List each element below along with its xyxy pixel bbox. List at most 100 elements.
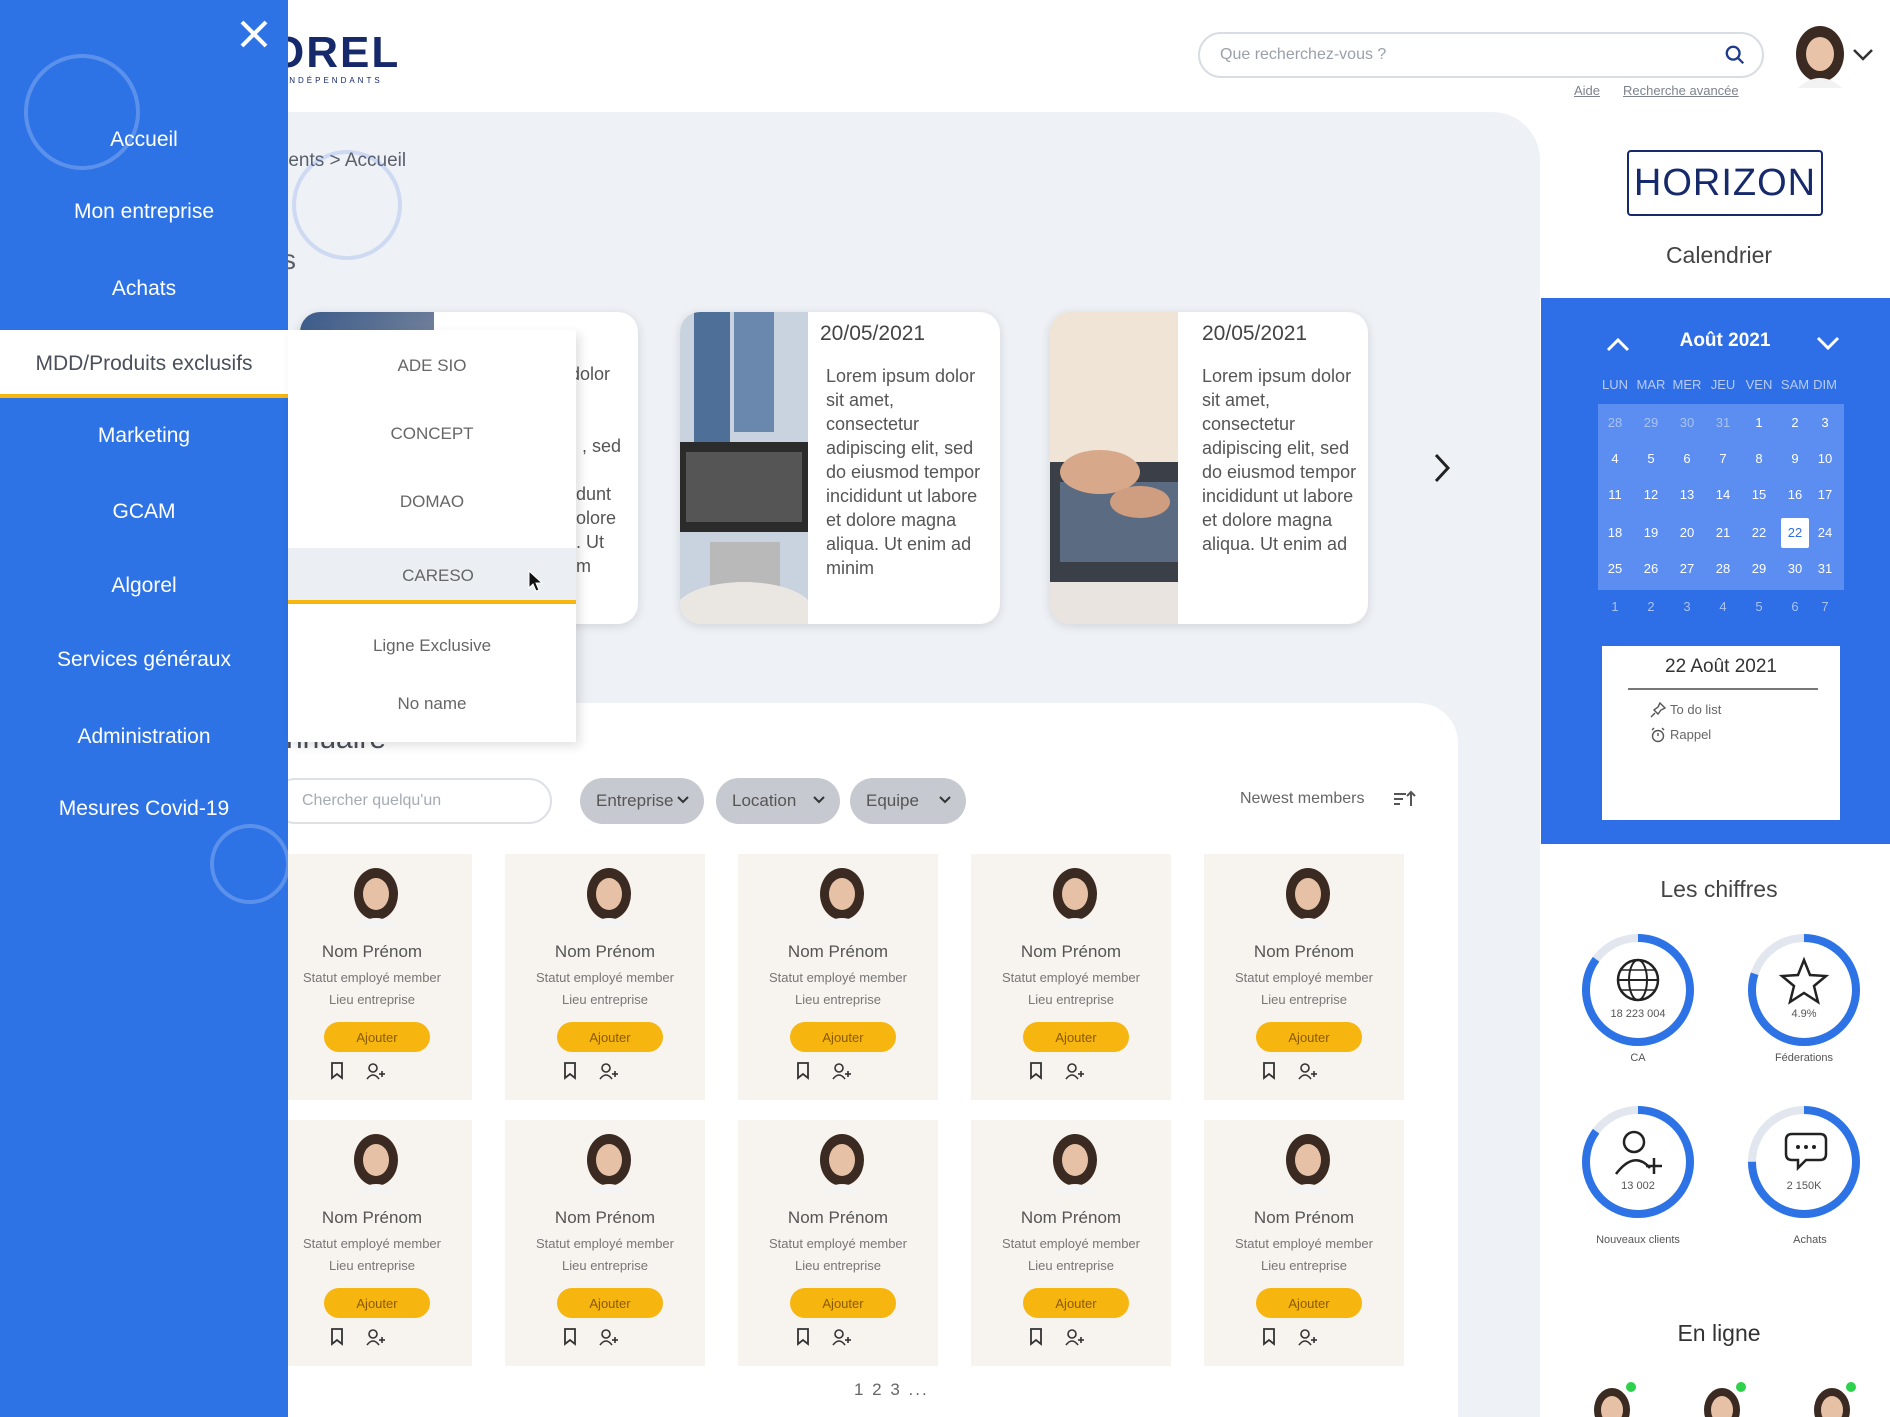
calendar-day[interactable]: 31 <box>1706 406 1740 440</box>
calendar-day[interactable]: 15 <box>1742 478 1776 512</box>
submenu-item-domao[interactable]: DOMAO <box>288 492 576 512</box>
filter-location[interactable]: Location <box>716 778 840 824</box>
sidebar-item-mdd[interactable]: MDD/Produits exclusifs <box>0 330 288 398</box>
calendar-day[interactable]: 17 <box>1808 478 1842 512</box>
calendar-day[interactable]: 9 <box>1778 442 1812 476</box>
search-icon[interactable] <box>1724 44 1746 66</box>
calendar-day[interactable]: 5 <box>1634 442 1668 476</box>
sidebar-item-services-generaux[interactable]: Services généraux <box>0 648 288 672</box>
sidebar-item-mon-entreprise[interactable]: Mon entreprise <box>0 200 288 224</box>
bookmark-icon[interactable] <box>796 1328 810 1346</box>
calendar-day[interactable]: 1 <box>1598 590 1632 624</box>
filter-entreprise[interactable]: Entreprise <box>580 778 704 824</box>
submenu-item-no-name[interactable]: No name <box>288 694 576 714</box>
person-card[interactable]: Nom Prénom Statut employé member Lieu entr… <box>738 854 938 1100</box>
sidebar-item-administration[interactable]: Administration <box>0 725 288 749</box>
sidebar-item-gcam[interactable]: GCAM <box>0 500 288 524</box>
calendar-day[interactable]: 1 <box>1742 406 1776 440</box>
calendar-day[interactable]: 14 <box>1706 478 1740 512</box>
calendar-day[interactable]: 20 <box>1670 516 1704 550</box>
chevron-down-icon[interactable] <box>1816 336 1840 352</box>
calendar-day-selected[interactable]: 22 <box>1781 518 1809 548</box>
calendar-day[interactable]: 10 <box>1808 442 1842 476</box>
user-plus-icon[interactable] <box>1298 1062 1318 1080</box>
sidebar-item-achats[interactable]: Achats <box>0 277 288 301</box>
bookmark-icon[interactable] <box>563 1328 577 1346</box>
calendar-day[interactable]: 13 <box>1670 478 1704 512</box>
calendar-day[interactable]: 7 <box>1808 590 1842 624</box>
advanced-search-link[interactable]: Recherche avancée <box>1623 83 1739 98</box>
submenu-item-ligne-exclusive[interactable]: Ligne Exclusive <box>288 636 576 656</box>
add-person-button[interactable]: Ajouter <box>324 1288 430 1318</box>
calendar-day[interactable]: 12 <box>1634 478 1668 512</box>
calendar-day[interactable]: 28 <box>1598 406 1632 440</box>
bookmark-icon[interactable] <box>796 1062 810 1080</box>
chevron-right-icon[interactable] <box>1432 452 1452 484</box>
calendar-day[interactable]: 3 <box>1808 406 1842 440</box>
user-plus-icon[interactable] <box>832 1328 852 1346</box>
calendar-day[interactable]: 25 <box>1598 552 1632 586</box>
calendar-day[interactable]: 30 <box>1670 406 1704 440</box>
bookmark-icon[interactable] <box>330 1328 344 1346</box>
agenda-item-reminder[interactable]: Rappel <box>1670 727 1711 742</box>
sort-label[interactable]: Newest members <box>1240 790 1364 808</box>
chevron-down-icon[interactable] <box>1852 48 1874 62</box>
user-plus-icon[interactable] <box>599 1062 619 1080</box>
calendar-day[interactable]: 8 <box>1742 442 1776 476</box>
people-search-input[interactable] <box>302 780 542 822</box>
user-plus-icon[interactable] <box>832 1062 852 1080</box>
stat-donut[interactable] <box>1578 1102 1698 1222</box>
sort-icon[interactable] <box>1392 790 1416 808</box>
person-card[interactable]: Nom Prénom Statut employé member Lieu entr… <box>272 854 472 1100</box>
person-card[interactable]: Nom Prénom Statut employé member Lieu entr… <box>1204 854 1404 1100</box>
stat-donut[interactable] <box>1744 930 1864 1050</box>
search-input[interactable] <box>1220 34 1700 76</box>
stat-donut[interactable] <box>1578 930 1698 1050</box>
bookmark-icon[interactable] <box>1029 1328 1043 1346</box>
calendar-day[interactable]: 4 <box>1598 442 1632 476</box>
add-person-button[interactable]: Ajouter <box>1023 1022 1129 1052</box>
user-plus-icon[interactable] <box>1065 1328 1085 1346</box>
user-plus-icon[interactable] <box>366 1328 386 1346</box>
user-plus-icon[interactable] <box>599 1328 619 1346</box>
calendar-day[interactable]: 30 <box>1778 552 1812 586</box>
calendar-day[interactable]: 2 <box>1778 406 1812 440</box>
bookmark-icon[interactable] <box>1262 1062 1276 1080</box>
bookmark-icon[interactable] <box>330 1062 344 1080</box>
calendar-day[interactable]: 18 <box>1598 516 1632 550</box>
calendar-day[interactable]: 11 <box>1598 478 1632 512</box>
bookmark-icon[interactable] <box>1262 1328 1276 1346</box>
person-card[interactable]: Nom Prénom Statut employé member Lieu entr… <box>971 1120 1171 1366</box>
close-icon[interactable] <box>234 14 274 54</box>
calendar-day[interactable]: 5 <box>1742 590 1776 624</box>
add-person-button[interactable]: Ajouter <box>1256 1288 1362 1318</box>
chevron-up-icon[interactable] <box>1606 336 1630 352</box>
calendar-day[interactable]: 27 <box>1670 552 1704 586</box>
calendar-day[interactable]: 28 <box>1706 552 1740 586</box>
add-person-button[interactable]: Ajouter <box>557 1288 663 1318</box>
user-plus-icon[interactable] <box>366 1062 386 1080</box>
submenu-item-ade-sio[interactable]: ADE SIO <box>288 356 576 376</box>
calendar-day[interactable]: 29 <box>1742 552 1776 586</box>
calendar-day[interactable]: 4 <box>1706 590 1740 624</box>
bookmark-icon[interactable] <box>563 1062 577 1080</box>
add-person-button[interactable]: Ajouter <box>1023 1288 1129 1318</box>
horizon-logo[interactable]: HORIZON <box>1627 150 1823 216</box>
agenda-item-todo[interactable]: To do list <box>1670 702 1721 717</box>
sidebar-item-accueil[interactable]: Accueil <box>0 128 288 152</box>
calendar-day[interactable]: 6 <box>1778 590 1812 624</box>
help-link[interactable]: Aide <box>1574 83 1600 98</box>
calendar-day[interactable]: 22 <box>1742 516 1776 550</box>
calendar-day[interactable]: 24 <box>1808 516 1842 550</box>
person-card[interactable]: Nom Prénom Statut employé member Lieu entr… <box>505 854 705 1100</box>
bookmark-icon[interactable] <box>1029 1062 1043 1080</box>
people-search[interactable] <box>272 778 552 824</box>
global-search[interactable] <box>1198 32 1764 78</box>
user-plus-icon[interactable] <box>1298 1328 1318 1346</box>
calendar-day[interactable]: 31 <box>1808 552 1842 586</box>
add-person-button[interactable]: Ajouter <box>557 1022 663 1052</box>
calendar-day[interactable]: 3 <box>1670 590 1704 624</box>
news-card[interactable]: 20/05/2021 Lorem ipsum dolor sit amet, c… <box>1050 312 1368 624</box>
stat-donut[interactable] <box>1744 1102 1864 1222</box>
add-person-button[interactable]: Ajouter <box>790 1288 896 1318</box>
